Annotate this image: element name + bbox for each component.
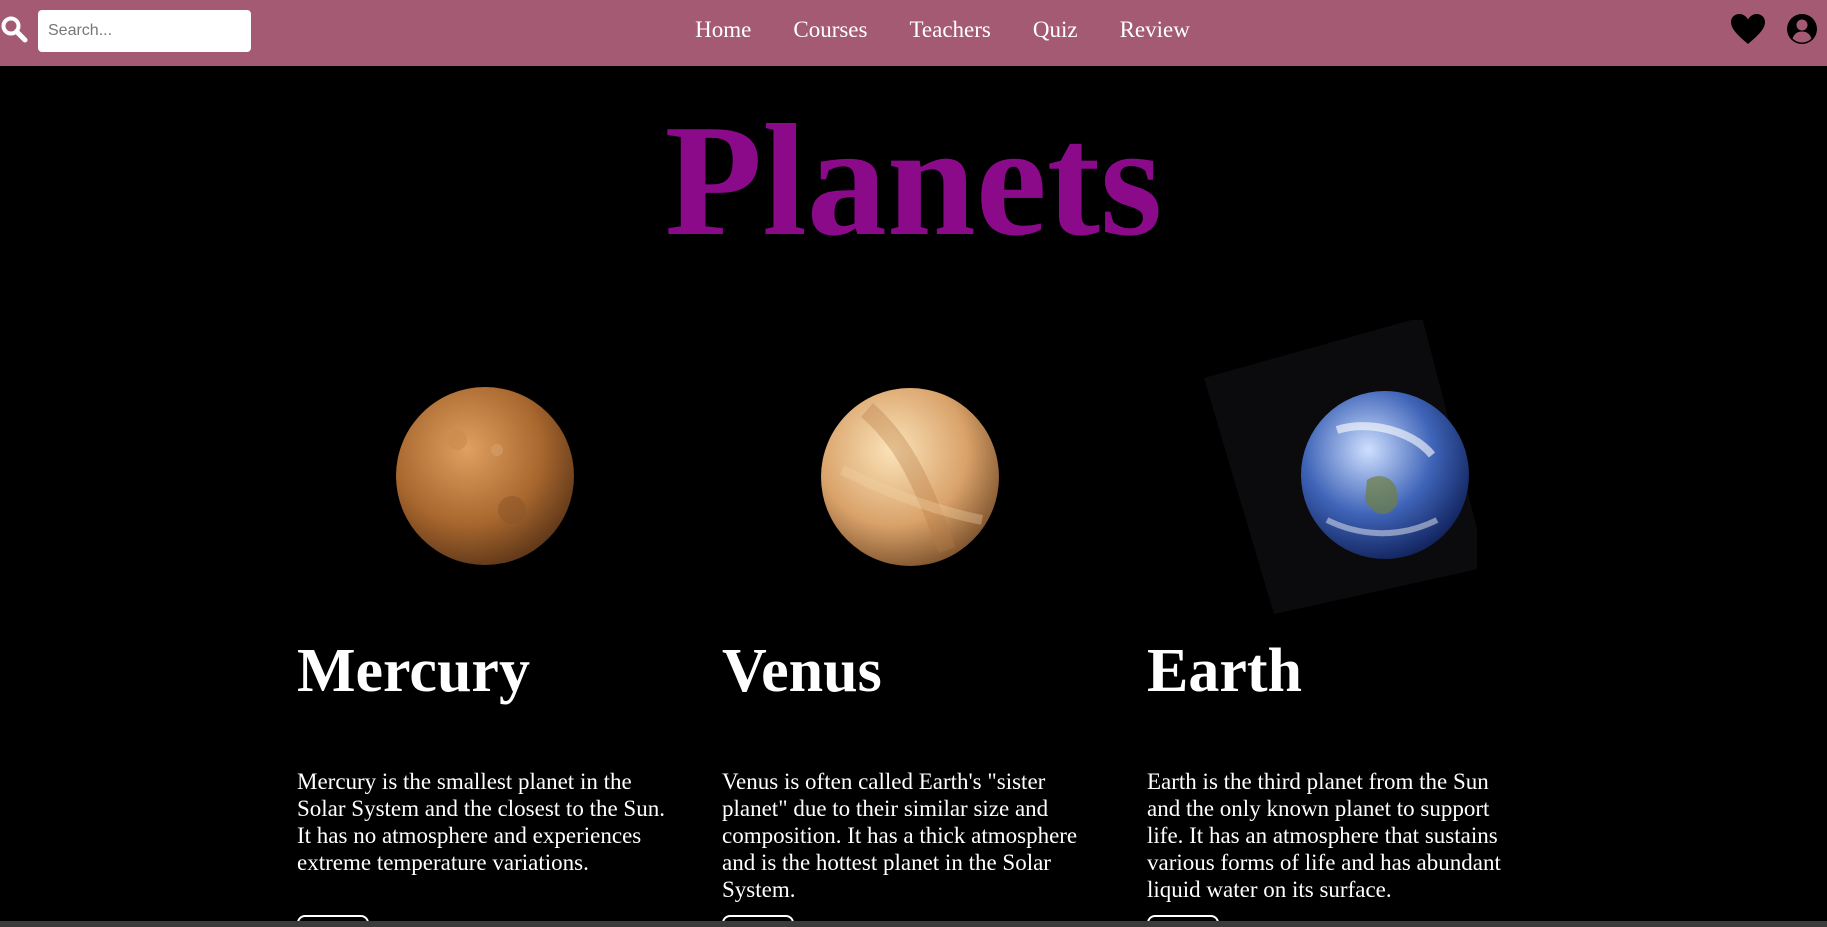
planet-title: Venus xyxy=(722,637,882,705)
user-icon[interactable] xyxy=(1786,13,1818,45)
venus-image xyxy=(821,388,999,566)
heart-icon[interactable] xyxy=(1730,13,1766,45)
earth-image xyxy=(1204,320,1477,614)
nav-link-home[interactable]: Home xyxy=(695,17,751,43)
planet-description: Earth is the third planet from the Sun a… xyxy=(1147,769,1501,902)
page-title: Planets xyxy=(664,91,1163,269)
nav-link-courses[interactable]: Courses xyxy=(793,17,867,43)
top-navbar: Home Courses Teachers Quiz Review xyxy=(0,0,1827,66)
planet-title: Mercury xyxy=(297,637,530,705)
planet-card-mercury: Mercury Mercury is the smallest planet i… xyxy=(297,320,677,927)
planet-description: Venus is often called Earth's "sister pl… xyxy=(722,769,1078,902)
planet-title: Earth xyxy=(1147,637,1302,705)
planet-description: Mercury is the smallest planet in the So… xyxy=(297,769,665,875)
nav-link-review[interactable]: Review xyxy=(1120,17,1190,43)
horizontal-scrollbar[interactable] xyxy=(0,921,1827,927)
planet-card-earth: Earth Earth is the third planet from the… xyxy=(1147,320,1527,927)
main-nav: Home Courses Teachers Quiz Review xyxy=(0,0,1827,60)
mercury-image xyxy=(396,387,574,565)
planet-card-venus: Venus Venus is often called Earth's "sis… xyxy=(722,320,1102,927)
nav-link-teachers[interactable]: Teachers xyxy=(909,17,990,43)
nav-link-quiz[interactable]: Quiz xyxy=(1033,17,1078,43)
